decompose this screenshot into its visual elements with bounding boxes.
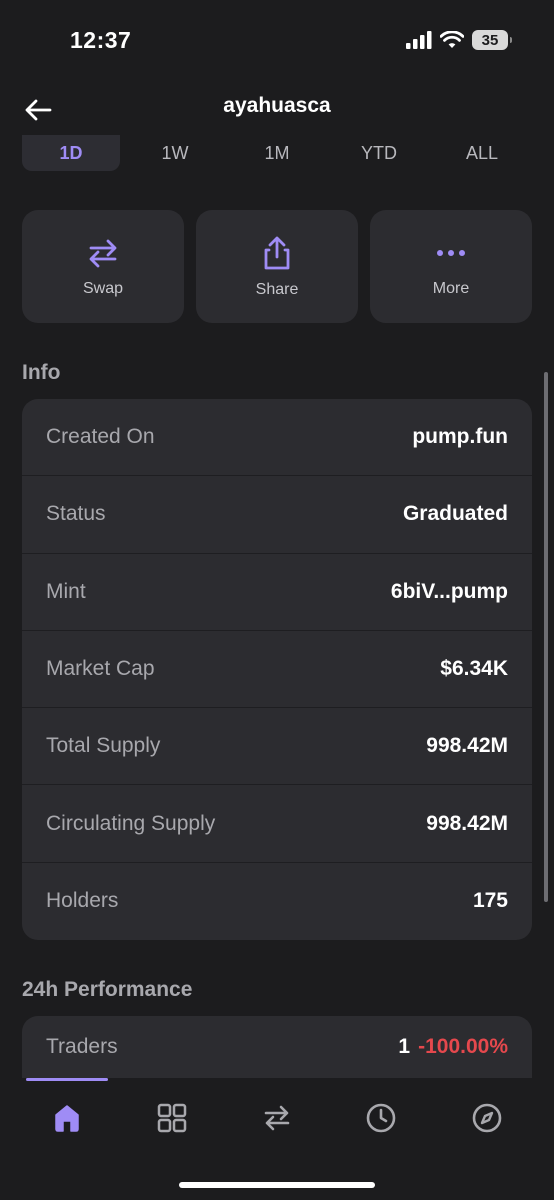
info-row-circulating-supply: Circulating Supply 998.42M <box>22 785 532 863</box>
info-value: 998.42M <box>426 734 508 758</box>
status-bar: 12:37 35 <box>0 0 554 84</box>
action-buttons: Swap Share More <box>22 210 532 323</box>
more-button[interactable]: More <box>370 210 532 323</box>
info-value: 998.42M <box>426 811 508 835</box>
history-icon <box>366 1103 396 1133</box>
home-icon <box>55 1105 79 1132</box>
share-button[interactable]: Share <box>196 210 358 323</box>
bottom-nav <box>0 1078 554 1200</box>
info-value: 175 <box>472 889 508 913</box>
tab-1d[interactable]: 1D <box>22 135 120 171</box>
grid-icon <box>157 1103 187 1133</box>
tab-all[interactable]: ALL <box>432 135 532 171</box>
nav-swap[interactable] <box>255 1096 299 1140</box>
traders-value-group: 1 -100.00% <box>398 1035 508 1059</box>
status-icons: 35 <box>406 30 512 50</box>
home-indicator[interactable] <box>179 1182 375 1188</box>
swap-label: Swap <box>82 279 124 297</box>
more-icon <box>437 249 465 256</box>
header: ayahuasca <box>0 84 554 136</box>
traders-value: 1 <box>398 1035 411 1058</box>
info-row-total-supply: Total Supply 998.42M <box>22 708 532 786</box>
more-label: More <box>432 279 470 297</box>
swap-icon <box>89 239 117 267</box>
status-time: 12:37 <box>70 27 132 53</box>
info-label: Created On <box>46 425 155 449</box>
tab-1w[interactable]: 1W <box>126 135 224 171</box>
info-value[interactable]: 6biV...pump <box>391 580 508 604</box>
tab-ytd[interactable]: YTD <box>330 135 428 171</box>
swap-icon <box>264 1105 290 1131</box>
info-row-status: Status Graduated <box>22 476 532 554</box>
tab-1m[interactable]: 1M <box>228 135 326 171</box>
info-card: Created On pump.fun Status Graduated Min… <box>22 399 532 940</box>
nav-home[interactable] <box>45 1096 89 1140</box>
traders-label: Traders <box>46 1035 118 1058</box>
performance-card: Traders 1 -100.00% <box>22 1016 532 1078</box>
info-section-title: Info <box>22 361 61 384</box>
traders-change: -100.00% <box>418 1035 508 1058</box>
nav-active-indicator <box>26 1078 108 1081</box>
info-label: Holders <box>46 889 119 913</box>
info-label: Mint <box>46 579 86 603</box>
page-title: ayahuasca <box>223 94 331 117</box>
nav-history[interactable] <box>359 1096 403 1140</box>
performance-section-title: 24h Performance <box>22 978 193 1001</box>
info-value: Graduated <box>402 502 508 526</box>
nav-grid[interactable] <box>150 1096 194 1140</box>
info-label: Status <box>46 502 106 526</box>
battery-icon: 35 <box>472 30 512 50</box>
info-value: pump.fun <box>412 425 508 449</box>
info-row-mint[interactable]: Mint 6biV...pump <box>22 554 532 631</box>
nav-explore[interactable] <box>465 1096 509 1140</box>
info-value: $6.34K <box>440 657 508 681</box>
info-row-created-on: Created On pump.fun <box>22 399 532 477</box>
info-label: Circulating Supply <box>46 811 216 835</box>
info-label: Total Supply <box>46 734 161 758</box>
share-label: Share <box>255 280 299 298</box>
scrollbar[interactable] <box>544 372 548 902</box>
info-label: Market Cap <box>46 657 155 681</box>
signal-icon <box>406 31 432 49</box>
swap-button[interactable]: Swap <box>22 210 184 323</box>
share-icon <box>264 236 290 269</box>
explore-icon <box>472 1103 502 1133</box>
wifi-icon <box>440 31 464 48</box>
info-row-market-cap: Market Cap $6.34K <box>22 631 532 709</box>
time-range-tabs: 1D 1W 1M YTD ALL <box>22 135 532 171</box>
info-row-holders: Holders 175 <box>22 863 532 940</box>
